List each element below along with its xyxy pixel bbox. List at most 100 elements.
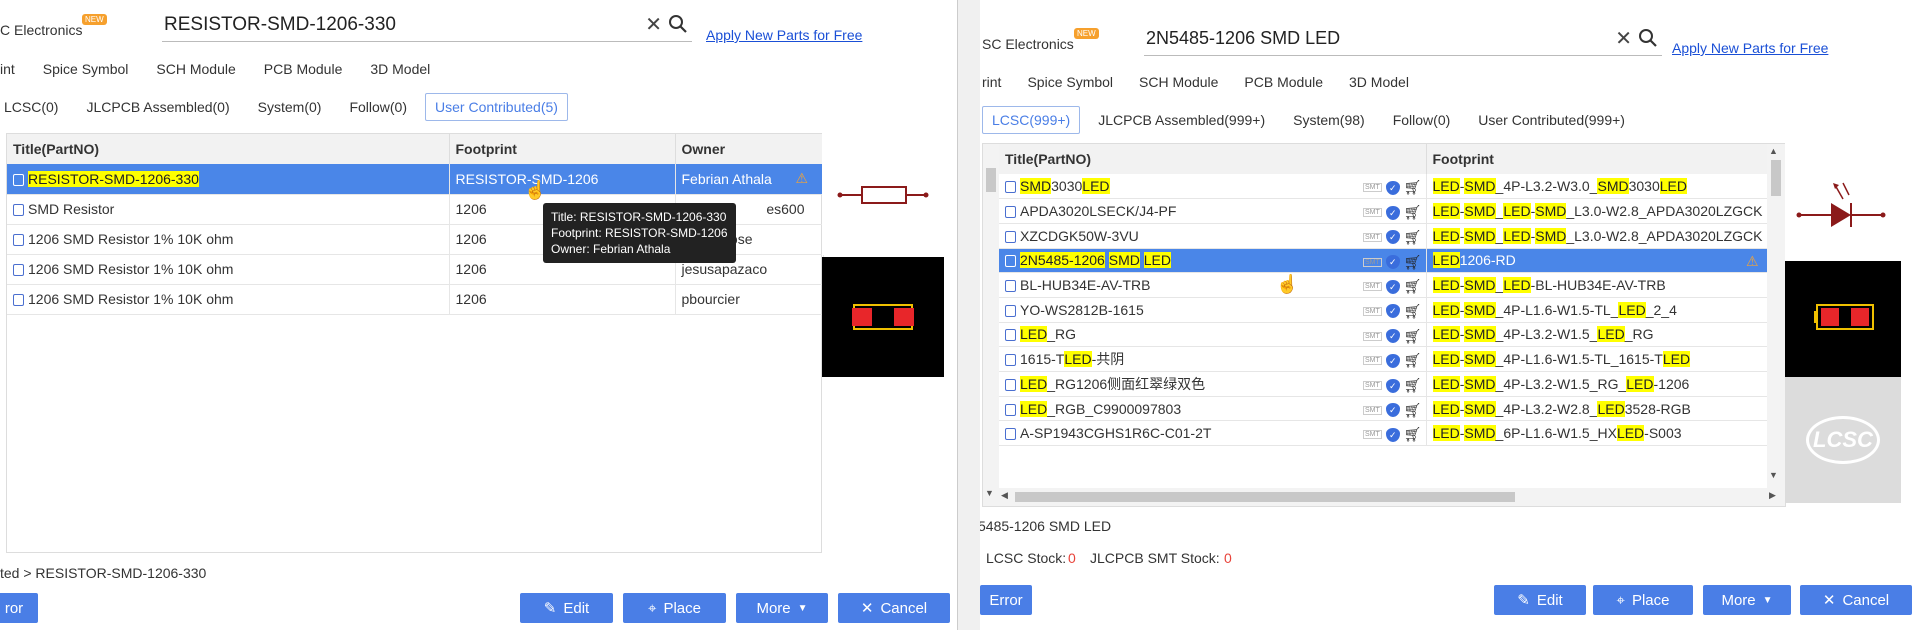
error-button[interactable]: ror xyxy=(0,593,38,623)
cart-icon[interactable]: 🛒︎ xyxy=(1404,229,1422,246)
search-query[interactable]: 2N5485-1206 SMD LED xyxy=(1146,28,1340,49)
cart-icon[interactable]: 🛒︎ xyxy=(1404,303,1422,320)
vertical-scrollbar-left[interactable]: ▼ xyxy=(983,144,999,506)
cancel-button[interactable]: ✕ Cancel xyxy=(1800,585,1912,615)
tab-user-contributed[interactable]: User Contributed(999+) xyxy=(1468,106,1635,134)
cart-icon[interactable]: 🛒︎ xyxy=(1404,377,1422,394)
table-row[interactable]: LED_RG1206侧面红翠绿双色 SMT ✓ 🛒︎ LED-SMD_4P-L3.2-W… xyxy=(999,371,1768,397)
search-icon[interactable] xyxy=(1638,28,1658,51)
tab-footprint[interactable]: rint xyxy=(982,74,1001,90)
table-row[interactable]: 1206 SMD Resistor 1% 10K ohm 1206 pbourc… xyxy=(7,284,824,315)
row-action-icons: SMT ✓ 🛒︎ xyxy=(1362,402,1422,419)
edit-button[interactable]: ✎ Edit xyxy=(520,593,613,623)
column-header-footprint[interactable]: Footprint xyxy=(449,134,676,164)
smt-icon: SMT xyxy=(1362,430,1382,440)
breadcrumb: ted > RESISTOR-SMD-1206-330 xyxy=(0,565,207,581)
clear-search-icon[interactable]: ✕ xyxy=(645,12,662,37)
tab-follow[interactable]: Follow(0) xyxy=(1383,106,1461,134)
apply-new-parts-link[interactable]: Apply New Parts for Free xyxy=(1672,40,1828,56)
part-title: RESISTOR-SMD-1206-330 xyxy=(28,170,199,187)
error-button[interactable]: Error xyxy=(980,585,1032,615)
search-match-highlight: SMD xyxy=(1535,203,1567,220)
more-button[interactable]: More ▼ xyxy=(736,593,828,623)
apply-new-parts-link[interactable]: Apply New Parts for Free xyxy=(706,27,862,43)
column-header-title[interactable]: Title(PartNO) xyxy=(999,144,1427,174)
cart-icon[interactable]: 🛒︎ xyxy=(1404,204,1422,221)
smt-icon: SMT xyxy=(1362,208,1382,218)
tab-system[interactable]: System(0) xyxy=(248,93,332,121)
table-row[interactable]: 2N5485-1206 SMD LED SMT ✓ 🛒︎ LED1206-RD ⚠ xyxy=(999,248,1768,274)
tab-lcsc[interactable]: LCSC(999+) xyxy=(982,106,1081,134)
clear-search-icon[interactable]: ✕ xyxy=(1615,26,1632,51)
selected-part-name: 5485-1206 SMD LED xyxy=(980,518,1112,534)
chip-icon xyxy=(1005,206,1016,219)
tab-user-contributed[interactable]: User Contributed(5) xyxy=(425,93,568,121)
column-header-footprint[interactable]: Footprint xyxy=(1426,144,1768,174)
chip-icon xyxy=(1005,304,1016,317)
table-row[interactable]: LED_RG SMT ✓ 🛒︎ LED-SMD_4P-L3.2-W1.5_LED_RG xyxy=(999,322,1768,348)
close-icon: ✕ xyxy=(1822,592,1836,609)
verified-shield-icon: ✓ xyxy=(1385,230,1400,245)
part-title: 1206 SMD Resistor 1% 10K ohm xyxy=(28,291,234,307)
table-row[interactable]: A-SP1943CGHS1R6C-C01-2T SMT ✓ 🛒︎ LED-SMD_6P-… xyxy=(999,420,1768,447)
horizontal-scrollbar[interactable]: ◀ ▶ xyxy=(999,488,1785,506)
cart-icon[interactable]: 🛒︎ xyxy=(1404,426,1422,443)
vertical-scrollbar[interactable]: ▲ ▼ xyxy=(1767,144,1785,488)
search-match-highlight: LED xyxy=(1616,425,1645,442)
tab-3d-model[interactable]: 3D Model xyxy=(370,61,430,77)
column-header-owner[interactable]: Owner xyxy=(675,134,824,164)
tab-pcb-module[interactable]: PCB Module xyxy=(1244,74,1323,90)
chip-icon xyxy=(13,234,24,246)
cancel-button-label: Cancel xyxy=(1842,591,1890,609)
place-button[interactable]: ⌖ Place xyxy=(1593,585,1693,615)
table-row[interactable]: RESISTOR-SMD-1206-330 RESISTOR-SMD-1206 … xyxy=(7,164,824,195)
column-header-title[interactable]: Title(PartNO) xyxy=(7,134,450,164)
table-row[interactable]: YO-WS2812B-1615 SMT ✓ 🛒︎ LED-SMD_4P-L1.6-W1.… xyxy=(999,297,1768,323)
row-action-icons: SMT ✓ 🛒︎ xyxy=(1362,328,1422,345)
search-match-highlight: LED xyxy=(1432,425,1460,442)
search-match-highlight: LED xyxy=(1503,203,1531,220)
search-match-highlight: SMD xyxy=(1464,227,1496,244)
table-row[interactable]: XZCDGK50W-3VU SMT ✓ 🛒︎ LED-SMD_LED-SMD_L3.0-… xyxy=(999,223,1768,249)
search-icon[interactable] xyxy=(668,14,688,37)
cart-icon[interactable]: 🛒︎ xyxy=(1404,402,1422,419)
search-query[interactable]: RESISTOR-SMD-1206-330 xyxy=(164,14,396,36)
table-row[interactable]: LED_RGB_C9900097803 SMT ✓ 🛒︎ LED-SMD_4P-L3.2… xyxy=(999,396,1768,422)
part-footprint: LED-SMD_4P-L3.2-W1.5_RG_LED-1206 xyxy=(1432,375,1690,392)
cart-icon[interactable]: 🛒︎ xyxy=(1404,179,1422,196)
tab-sch-module[interactable]: SCH Module xyxy=(1139,74,1218,90)
tab-spice-symbol[interactable]: Spice Symbol xyxy=(43,61,129,77)
lcsc-logo: LCSC xyxy=(1806,416,1880,464)
table-row[interactable]: 1615-TLED-共阴 SMT ✓ 🛒︎ LED-SMD_4P-L1.6-W1.5-T… xyxy=(999,346,1768,372)
tab-footprint[interactable]: int xyxy=(0,61,15,77)
tab-3d-model[interactable]: 3D Model xyxy=(1349,74,1409,90)
tab-lcsc[interactable]: LCSC(0) xyxy=(0,93,68,121)
cart-icon[interactable]: 🛒︎ xyxy=(1404,352,1422,369)
search-input[interactable]: 2N5485-1206 SMD LED ✕ xyxy=(1144,22,1662,56)
chip-icon xyxy=(13,173,24,186)
tab-follow[interactable]: Follow(0) xyxy=(339,93,417,121)
more-button-label: More xyxy=(1721,591,1756,609)
edit-button[interactable]: ✎ Edit xyxy=(1494,585,1586,615)
smt-icon: SMT xyxy=(1362,405,1382,415)
cancel-button[interactable]: ✕ Cancel xyxy=(838,593,950,623)
tab-pcb-module[interactable]: PCB Module xyxy=(264,61,343,77)
tab-system[interactable]: System(98) xyxy=(1283,106,1375,134)
cart-icon[interactable]: 🛒︎ xyxy=(1404,328,1422,345)
tab-spice-symbol[interactable]: Spice Symbol xyxy=(1027,74,1113,90)
cart-icon[interactable]: 🛒︎ xyxy=(1404,278,1422,295)
more-button[interactable]: More ▼ xyxy=(1703,585,1791,615)
place-button[interactable]: ⌖ Place xyxy=(623,593,726,623)
table-row[interactable]: SMD3030LED SMT ✓ 🛒︎ LED-SMD_4P-L3.2-W3.0_SMD… xyxy=(999,174,1768,200)
tab-jlcpcb-assembled[interactable]: JLCPCB Assembled(999+) xyxy=(1088,106,1275,134)
search-match-highlight: LED xyxy=(1618,301,1646,318)
search-input[interactable]: RESISTOR-SMD-1206-330 ✕ xyxy=(162,8,692,42)
cart-icon[interactable]: 🛒︎ xyxy=(1404,254,1422,271)
footprint-preview xyxy=(822,257,944,377)
verified-shield-icon: ✓ xyxy=(1385,353,1400,368)
tab-jlcpcb-assembled[interactable]: JLCPCB Assembled(0) xyxy=(76,93,239,121)
tab-sch-module[interactable]: SCH Module xyxy=(156,61,235,77)
part-title: LED_RGB_C9900097803 xyxy=(1020,400,1182,417)
table-row[interactable]: APDA3020LSECK/J4-PF SMT ✓ 🛒︎ LED-SMD_LED-SMD… xyxy=(999,198,1768,224)
table-row[interactable]: BL-HUB34E-AV-TRB SMT ✓ 🛒︎ LED-SMD_LED-BL-HUB… xyxy=(999,272,1768,298)
